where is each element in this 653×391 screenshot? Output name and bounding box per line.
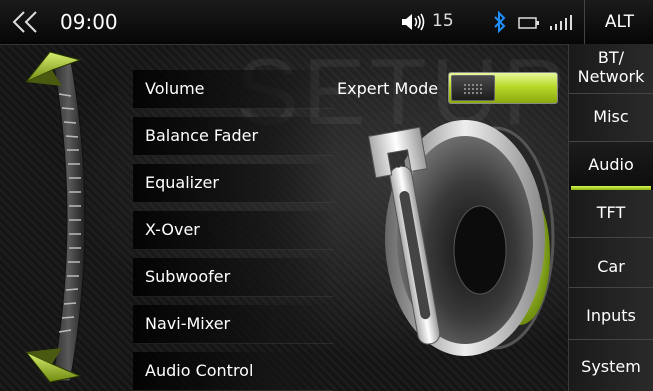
expert-mode-label: Expert Mode (337, 79, 439, 98)
menu-item-volume[interactable]: Volume (133, 70, 333, 109)
tab-audio[interactable]: Audio (568, 142, 653, 190)
volume-icon (402, 13, 425, 31)
menu-item-label: Volume (145, 79, 205, 98)
menu-item-equalizer[interactable]: Equalizer (133, 164, 333, 203)
grip-icon (464, 84, 482, 94)
bluetooth-icon (494, 10, 506, 34)
tab-label: TFT (596, 203, 626, 222)
alt-button[interactable]: ALT (584, 0, 653, 44)
menu-item-audio-control[interactable]: Audio Control (133, 352, 333, 391)
menu-item-label: Subwoofer (145, 267, 231, 286)
tab-label: Audio (588, 155, 634, 174)
tab-misc[interactable]: Misc (568, 94, 653, 142)
battery-icon (518, 17, 539, 29)
menu-item-label: Balance Fader (145, 126, 259, 145)
volume-level: 15 (432, 11, 454, 31)
tab-system[interactable]: System (568, 340, 653, 391)
menu-item-navi-mixer[interactable]: Navi-Mixer (133, 305, 333, 344)
speaker-wrench-icon (367, 120, 555, 356)
tab-label: Misc (593, 107, 629, 126)
menu-item-label: Audio Control (145, 361, 254, 380)
tab-label: BT/ (597, 48, 625, 67)
menu-item-label: Equalizer (145, 173, 219, 192)
menu-item-label: Navi-Mixer (145, 314, 231, 333)
clock: 09:00 (60, 10, 118, 34)
tab-label: Inputs (586, 306, 636, 325)
menu-item-label: X-Over (145, 220, 200, 239)
tab-tft[interactable]: TFT (568, 190, 653, 238)
tab-inputs[interactable]: Inputs (568, 288, 653, 340)
menu-item-balance-fader[interactable]: Balance Fader (133, 117, 333, 156)
tab-bt-network[interactable]: BT/ Network (568, 44, 653, 94)
toggle-knob[interactable] (451, 75, 495, 101)
menu-item-subwoofer[interactable]: Subwoofer (133, 258, 333, 297)
setup-screen: 09:00 15 ALT SETUP Volume Balance Fader … (0, 0, 653, 391)
scroll-rail[interactable] (22, 46, 92, 391)
expert-mode-toggle[interactable] (448, 72, 558, 104)
menu-item-x-over[interactable]: X-Over (133, 211, 333, 250)
tab-label: System (581, 357, 641, 376)
back-icon[interactable] (10, 9, 44, 35)
signal-strength-icon (550, 15, 572, 30)
tab-label: Network (577, 67, 645, 86)
tab-car[interactable]: Car (568, 238, 653, 288)
